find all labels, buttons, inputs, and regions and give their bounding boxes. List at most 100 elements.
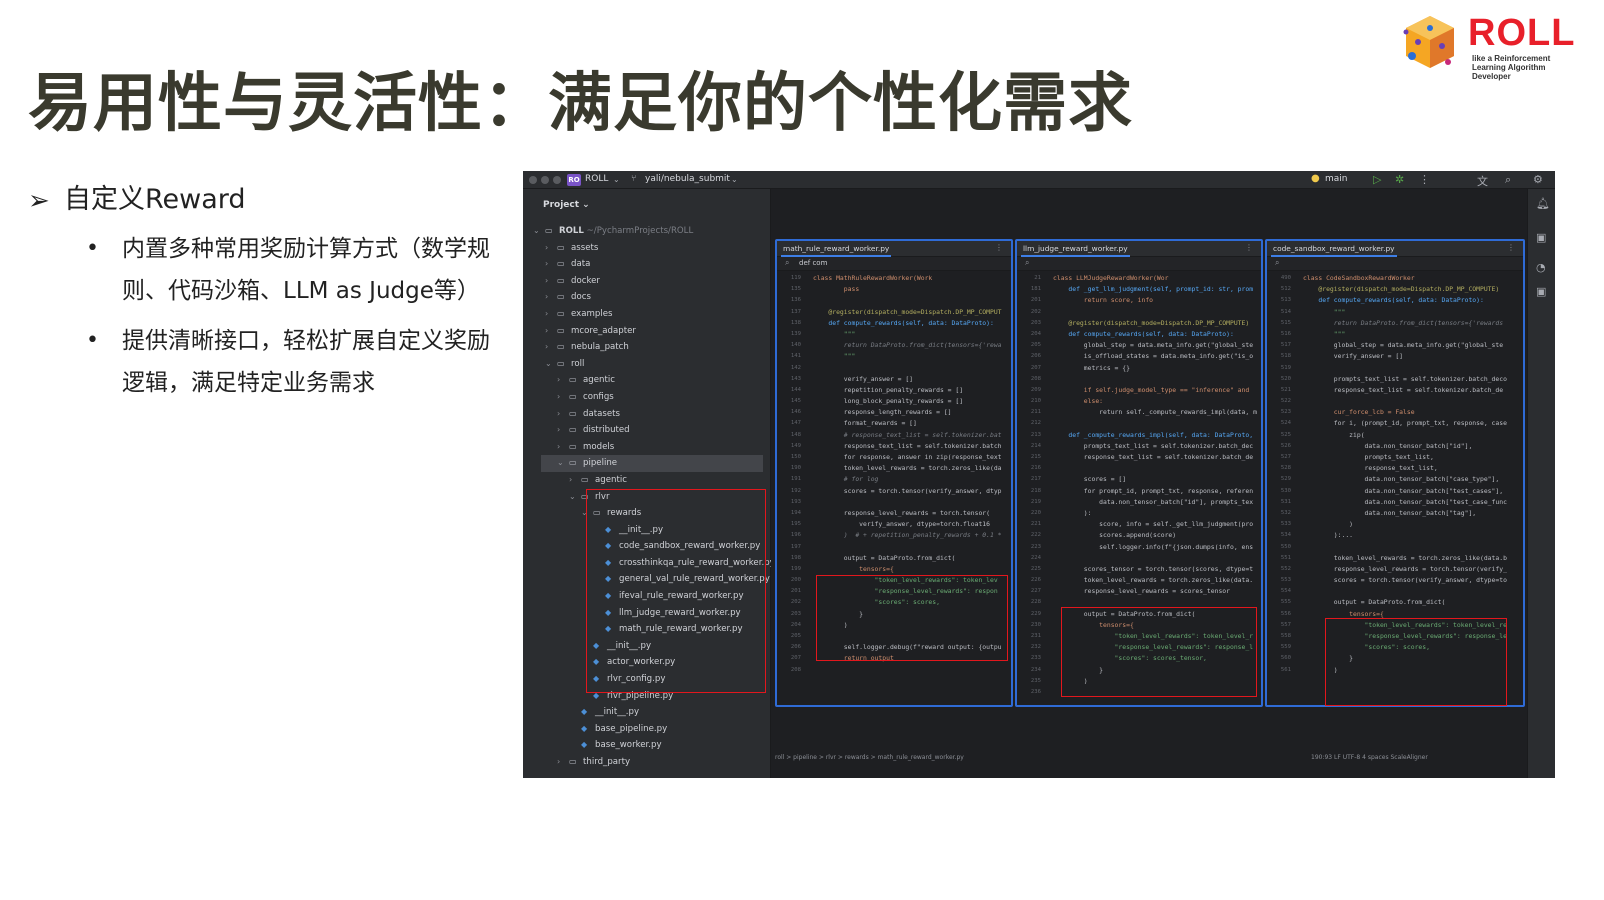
ide-titlebar: RO ROLL ⌄ ⑂ yali/nebula_submit ⌄ ● main …	[523, 171, 1555, 189]
tree-folder-item[interactable]: ⌄ ▭ pipeline	[541, 455, 763, 472]
tree-folder-item[interactable]: › ▭ assets	[523, 240, 771, 257]
chevron-down-icon[interactable]: ⌄	[569, 489, 576, 506]
branch-selector[interactable]: yali/nebula_submit	[645, 174, 730, 184]
bullet-list: ➢ 自定义Reward • 内置多种常用奖励计算方式（数学规则、代码沙箱、LLM…	[28, 180, 498, 404]
tab-more-icon[interactable]: ⋮	[1507, 243, 1515, 252]
editor-tab-label[interactable]: code_sandbox_reward_worker.py	[1271, 244, 1397, 257]
find-input[interactable]: def com	[799, 259, 827, 267]
chevron-right-icon[interactable]: ›	[557, 439, 560, 456]
chevron-right-icon[interactable]: ›	[545, 240, 548, 257]
more-icon[interactable]: ⋮	[1419, 173, 1430, 186]
code-text: response_text_list,	[1303, 464, 1438, 473]
tree-folder-item[interactable]: › ▭ models	[523, 439, 771, 456]
window-minimize-button[interactable]	[541, 176, 549, 184]
tree-folder-item[interactable]: › ▭ distributed	[523, 422, 771, 439]
tree-folder-item[interactable]: › ▭ configs	[523, 389, 771, 406]
find-bar[interactable]: ⌕	[1267, 257, 1523, 271]
tree-file-item[interactable]: ◆ base_worker.py	[523, 737, 771, 754]
code-view[interactable]: 490 class CodeSandboxRewardWorker 512 @reg…	[1267, 273, 1523, 676]
chevron-right-icon[interactable]: ›	[545, 323, 548, 340]
notifications-icon[interactable]: 🔔︎	[1536, 197, 1550, 210]
breadcrumb[interactable]: roll > pipeline > rlvr > rewards > math_…	[775, 754, 964, 761]
code-line: 191 # for log	[777, 474, 1011, 485]
line-number: 142	[790, 364, 801, 371]
tree-folder-item[interactable]: › ▭ agentic	[523, 472, 771, 489]
chevron-down-icon[interactable]: ⌄	[557, 455, 564, 472]
code-text: token_level_rewards = torch.zeros_like(d…	[1303, 553, 1507, 562]
tree-file-item[interactable]: ◆ base_pipeline.py	[523, 721, 771, 738]
database-icon[interactable]: ▣	[1536, 231, 1546, 244]
translate-icon[interactable]: 文	[1477, 173, 1488, 189]
code-line: 141 """	[777, 351, 1011, 362]
code-text: data.non_tensor_batch["test_cases"],	[1303, 486, 1504, 495]
tree-folder-item[interactable]: › ▭ agentic	[523, 372, 771, 389]
chevron-right-icon[interactable]: ›	[545, 273, 548, 290]
editor-tab[interactable]: llm_judge_reward_worker.py ⋮	[1017, 241, 1261, 257]
editor-tab-label[interactable]: llm_judge_reward_worker.py	[1021, 244, 1130, 257]
chevron-down-icon[interactable]: ⌄	[545, 356, 552, 373]
tree-folder-item[interactable]: › ▭ datasets	[523, 406, 771, 423]
line-number: 232	[1030, 644, 1041, 651]
panel-icon[interactable]: ▣	[1536, 285, 1546, 298]
tree-folder-item[interactable]: › ▭ examples	[523, 306, 771, 323]
line-number: 181	[1030, 286, 1041, 293]
tree-folder-item[interactable]: ⌄ ▭ roll	[523, 356, 771, 373]
find-bar[interactable]: ⌕ def com	[777, 257, 1011, 271]
bell-icon[interactable]: ◔	[1536, 261, 1546, 274]
tree-root[interactable]: ⌄ ▭ ROLL ~/PycharmProjects/ROLL	[523, 223, 771, 240]
window-close-button[interactable]	[529, 176, 537, 184]
project-selector[interactable]: ROLL	[585, 174, 608, 184]
folder-icon: ▭	[569, 391, 577, 401]
run-config-selector[interactable]: main	[1325, 174, 1348, 184]
line-number: 201	[790, 588, 801, 595]
line-number: 558	[1280, 633, 1291, 639]
code-text: prompts_text_list,	[1303, 453, 1434, 461]
find-bar[interactable]: ⌕	[1017, 257, 1261, 271]
code-line: 526 data.non_tensor_batch["id"],	[1267, 441, 1523, 452]
line-number: 148	[790, 431, 801, 438]
project-panel-header[interactable]: Project ⌄	[543, 200, 590, 210]
code-line: 216	[1017, 463, 1261, 474]
chevron-right-icon[interactable]: ›	[557, 754, 560, 771]
code-text: class MathRuleRewardWorker(Work	[813, 274, 933, 282]
chevron-right-icon[interactable]: ›	[557, 422, 560, 439]
code-text: ):	[1053, 508, 1092, 517]
chevron-right-icon[interactable]: ›	[557, 406, 560, 423]
chevron-right-icon[interactable]: ›	[545, 256, 548, 273]
window-zoom-button[interactable]	[553, 176, 561, 184]
chevron-right-icon[interactable]: ›	[557, 372, 560, 389]
code-text: @register(dispatch_mode=Dispatch.DP_MP_C…	[1053, 318, 1250, 327]
run-icon[interactable]: ▷	[1373, 173, 1381, 186]
search-icon: ⌕	[785, 258, 790, 267]
chevron-right-icon[interactable]: ›	[557, 389, 560, 406]
line-number: 143	[790, 375, 801, 382]
tab-more-icon[interactable]: ⋮	[1245, 243, 1253, 252]
line-number: 204	[1030, 330, 1041, 337]
tree-folder-item[interactable]: › ▭ docker	[523, 273, 771, 290]
code-text: # for log	[813, 475, 879, 484]
line-number: 231	[1030, 633, 1041, 639]
tree-folder-item[interactable]: › ▭ data	[523, 256, 771, 273]
debug-icon[interactable]: ✲	[1395, 173, 1404, 186]
search-icon[interactable]: ⌕	[1505, 173, 1511, 187]
line-number: 211	[1030, 409, 1041, 416]
tree-folder-item[interactable]: › ▭ docs	[523, 289, 771, 306]
code-line: 209 if self.judge_model_type == "inferen…	[1017, 385, 1261, 396]
chevron-right-icon[interactable]: ›	[545, 289, 548, 306]
editor-tab[interactable]: code_sandbox_reward_worker.py ⋮	[1267, 241, 1523, 257]
tree-folder-item[interactable]: › ▭ nebula_patch	[523, 339, 771, 356]
settings-gear-icon[interactable]: ⚙	[1533, 173, 1543, 186]
line-number: 147	[790, 420, 801, 427]
chevron-right-icon[interactable]: ›	[545, 306, 548, 323]
tree-folder-item[interactable]: › ▭ mcore_adapter	[523, 323, 771, 340]
code-line: 223 self.logger.info(f"{json.dumps(info,…	[1017, 542, 1261, 553]
tab-more-icon[interactable]: ⋮	[995, 243, 1003, 252]
code-line: 137 @register(dispatch_mode=Dispatch.DP_…	[777, 307, 1011, 318]
line-number: 206	[1030, 353, 1041, 360]
editor-tab-label[interactable]: math_rule_reward_worker.py	[780, 244, 892, 257]
chevron-right-icon[interactable]: ›	[545, 339, 548, 356]
editor-tab[interactable]: math_rule_reward_worker.py ⋮	[777, 241, 1011, 257]
tree-folder-item[interactable]: › ▭ third_party	[523, 754, 771, 771]
chevron-right-icon[interactable]: ›	[569, 472, 572, 489]
tree-file-item[interactable]: ◆ __init__.py	[523, 704, 771, 721]
